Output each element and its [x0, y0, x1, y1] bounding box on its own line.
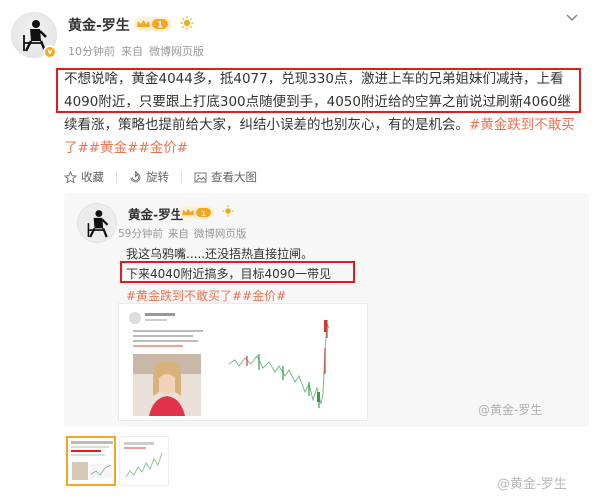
quoted-image[interactable]: [118, 303, 368, 421]
quoted-time[interactable]: 59分钟前: [118, 228, 163, 240]
quoted-hashtags[interactable]: #黄金跌到不敢买了##金价#: [126, 287, 286, 304]
forward-icon: [130, 170, 141, 182]
post-meta: 10分钟前 来自 微博网页版: [68, 43, 210, 59]
source-prefix: 来自: [121, 45, 143, 58]
chevron-down-icon[interactable]: [566, 14, 578, 22]
quoted-watermark: @黄金-罗生: [478, 403, 543, 417]
thumbnail-1-image: [68, 438, 114, 484]
thumbnail-1[interactable]: [66, 436, 116, 486]
quoted-author-name[interactable]: 黄金-罗生: [128, 204, 183, 223]
quoted-vip-level: 1: [201, 209, 206, 218]
quoted-source-prefix: 来自: [167, 228, 189, 240]
quoted-text-line2: 下来4040附近搞多，目标4090一带见: [126, 267, 332, 281]
star-icon: [64, 170, 77, 184]
vip-icon[interactable]: 1: [179, 206, 215, 219]
post-source: 微博网页版: [149, 45, 204, 58]
thumbnail-2[interactable]: [119, 436, 169, 486]
image-icon: [194, 172, 207, 182]
divider: [181, 171, 182, 183]
quoted-text-line1: 我这乌鸦嘴.....还没捂热直接拉闸。: [126, 247, 314, 261]
quoted-post[interactable]: 黄金-罗生 1 59分钟前 来自 微博网页版 我这乌鸦嘴.....还没捂热直接拉闸。…: [64, 193, 589, 427]
view-image-label: 查看大图: [211, 170, 257, 184]
quoted-avatar[interactable]: [77, 203, 117, 243]
watermark: @黄金-罗生: [497, 477, 567, 492]
divider: [116, 171, 117, 183]
vip-level: 1: [157, 21, 163, 30]
post-time[interactable]: 10分钟前: [68, 45, 115, 58]
forward-label: 旋转: [146, 170, 169, 184]
collect-label: 收藏: [81, 170, 104, 184]
sun-icon: [222, 205, 234, 217]
highlight-box: [56, 68, 581, 113]
vip-icon[interactable]: 1: [134, 17, 172, 31]
forward-button[interactable]: 旋转: [129, 169, 169, 185]
thumbnail-2-image: [120, 437, 168, 485]
sun-icon: [180, 16, 194, 30]
quoted-image-content: [119, 304, 367, 420]
action-bar: 收藏 旋转 查看大图: [64, 168, 269, 186]
quoted-meta: 59分钟前 来自 微博网页版: [118, 226, 251, 241]
collect-button[interactable]: 收藏: [64, 169, 104, 185]
quoted-source: 微博网页版: [193, 228, 247, 240]
view-image-button[interactable]: 查看大图: [194, 169, 257, 185]
author-name[interactable]: 黄金-罗生: [68, 15, 130, 35]
verified-icon: v: [43, 45, 57, 59]
